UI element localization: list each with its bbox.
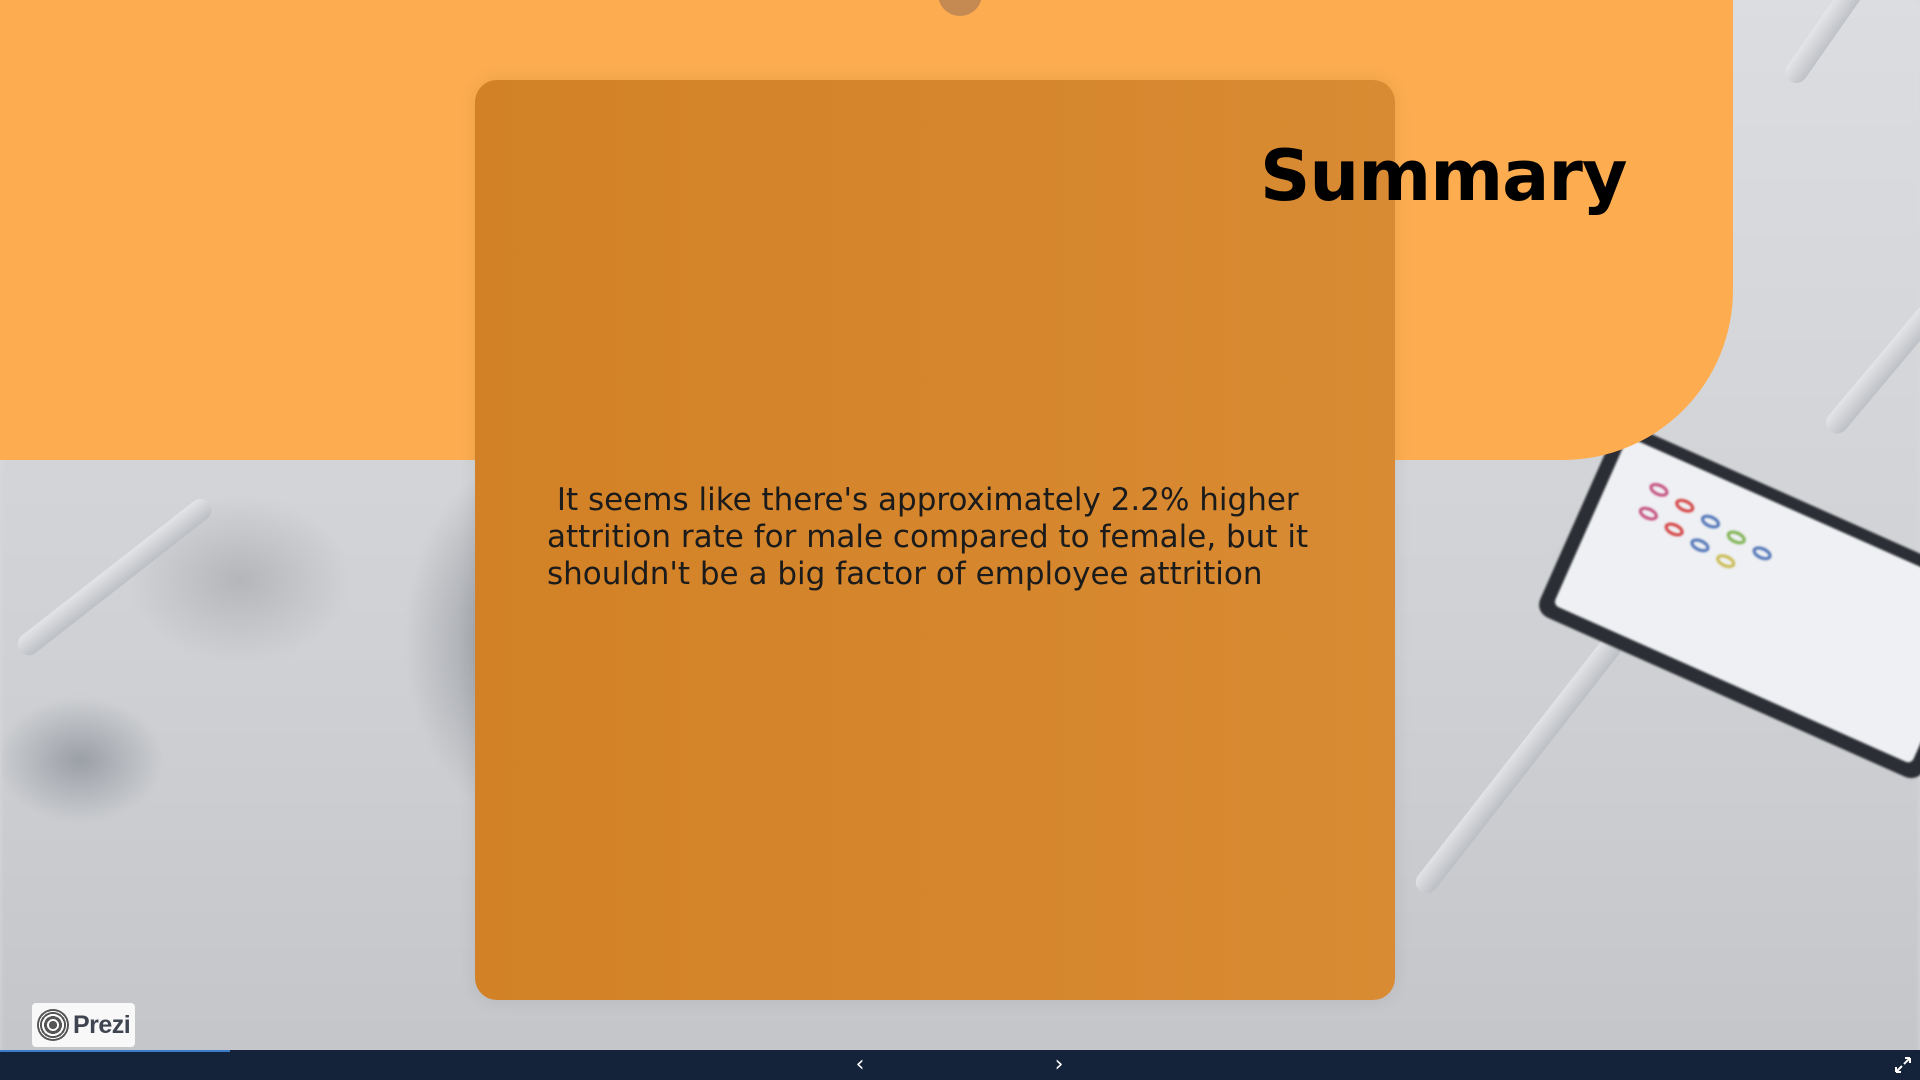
- prezi-logo-text: Prezi: [73, 1010, 131, 1039]
- presentation-progress: [0, 1050, 231, 1052]
- previous-step-button[interactable]: ‹: [848, 1054, 872, 1076]
- presentation-stage: Summary It seems like there's approximat…: [0, 0, 1920, 1080]
- chevron-right-icon: ›: [1054, 1052, 1064, 1077]
- fullscreen-icon: [1895, 1057, 1911, 1073]
- next-step-button[interactable]: ›: [1047, 1054, 1071, 1076]
- fullscreen-button[interactable]: [1894, 1056, 1912, 1074]
- chevron-left-icon: ‹: [855, 1052, 865, 1077]
- slide-title: Summary: [1260, 135, 1628, 217]
- prezi-badge[interactable]: Prezi: [32, 1003, 135, 1047]
- prezi-logo-icon: [37, 1009, 69, 1041]
- slide-body-text: It seems like there's approximately 2.2%…: [547, 482, 1318, 592]
- player-controls-bar: ‹ ›: [0, 1050, 1920, 1080]
